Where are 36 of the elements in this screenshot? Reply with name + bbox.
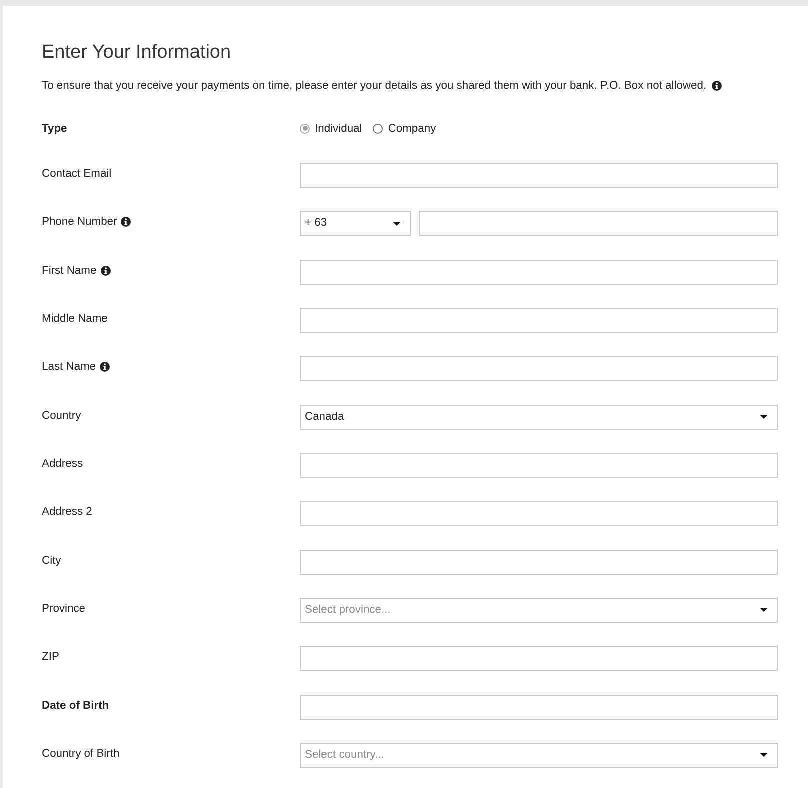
- caret-icon: [760, 608, 768, 612]
- input-field[interactable]: [300, 260, 778, 285]
- caret-icon: [760, 415, 768, 420]
- field-label: ZIP: [42, 650, 60, 664]
- input-field[interactable]: [300, 501, 778, 526]
- radio-label[interactable]: Company: [388, 120, 436, 138]
- field-label: Last Name: [42, 360, 96, 374]
- field-label: Type: [42, 122, 68, 136]
- field-label: Middle Name: [42, 312, 108, 326]
- dropdown-select[interactable]: Canada: [300, 404, 778, 430]
- radio-button[interactable]: [373, 124, 384, 134]
- radio-label[interactable]: Individual: [315, 120, 362, 138]
- field-label: Date of Birth: [42, 698, 110, 713]
- input-field[interactable]: [300, 550, 778, 575]
- input-field[interactable]: [300, 356, 778, 382]
- intro-text: To ensure that you receive your payments on time, please enter your details as you shared them with your bank. P.O. Box not allowed.: [42, 79, 707, 93]
- form-title: Enter Your Information: [42, 41, 232, 64]
- field-label: Address: [42, 456, 84, 471]
- country-code-select[interactable]: + 63: [300, 211, 411, 236]
- input-field[interactable]: [300, 163, 778, 188]
- input-field[interactable]: [300, 646, 778, 672]
- field-label: First Name: [42, 264, 97, 278]
- caret-icon: [760, 753, 768, 758]
- field-label: Country of Birth: [42, 746, 120, 761]
- field-label: Country: [42, 408, 82, 423]
- input-field[interactable]: [300, 308, 778, 333]
- input-field[interactable]: [300, 694, 778, 720]
- radio-button[interactable]: [300, 124, 310, 134]
- input-field[interactable]: [300, 452, 778, 478]
- field-label: City: [42, 554, 62, 568]
- caret-icon: [393, 222, 401, 226]
- field-label: Address 2: [42, 505, 92, 520]
- field-label: Contact Email: [42, 167, 112, 181]
- field-label: Phone Number: [42, 215, 118, 230]
- field-label: Province: [42, 602, 86, 616]
- phone-input-field[interactable]: [419, 211, 778, 236]
